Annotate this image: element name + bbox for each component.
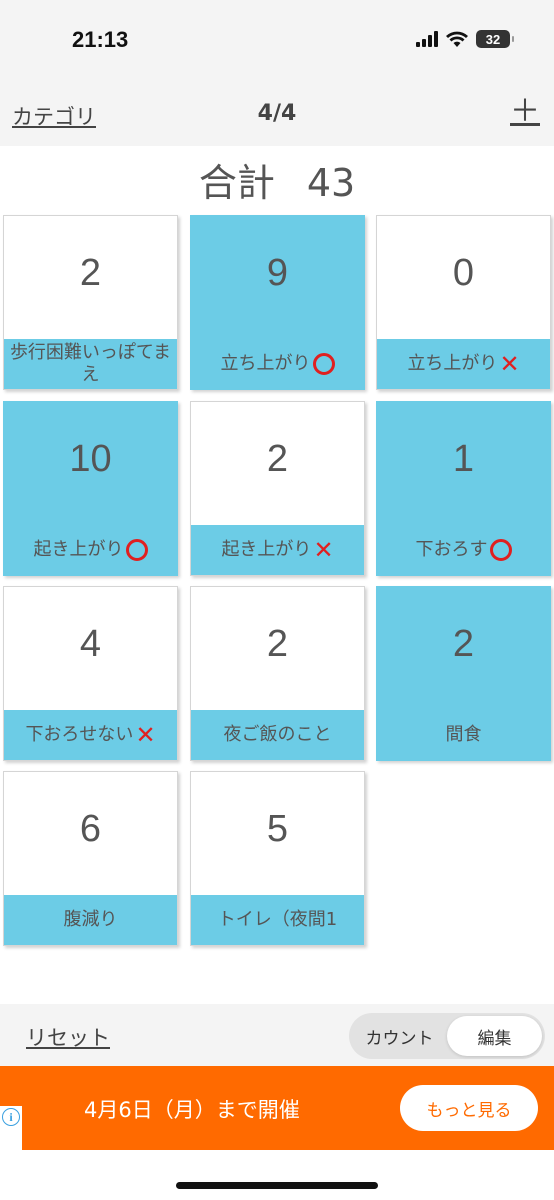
tile-count: 5: [266, 808, 289, 850]
banner-text: 4月6日（月）まで開催: [84, 1098, 300, 1122]
counter-tile[interactable]: 2 夜ご飯のこと: [190, 586, 365, 761]
tile-count: 9: [266, 252, 289, 294]
tile-label: 腹減り: [4, 895, 177, 945]
nav-bar: カテゴリ 4/4 ＋: [0, 86, 554, 146]
tile-label: トイレ（夜間1: [191, 895, 364, 945]
circle-mark-icon: [312, 353, 335, 375]
tile-label: 下おろせない ✕: [4, 710, 177, 760]
counter-tile[interactable]: 2 起き上がり ✕: [190, 401, 365, 576]
tile-label: 立ち上がり: [191, 339, 364, 389]
tile-count: 2: [266, 623, 289, 665]
mode-edit-button[interactable]: 編集: [447, 1016, 542, 1056]
tile-label: 立ち上がり ✕: [377, 339, 550, 389]
cross-mark-icon: ✕: [499, 350, 520, 378]
counter-tile[interactable]: 4 下おろせない ✕: [3, 586, 178, 761]
tile-label-text: 起き上がり: [221, 539, 312, 560]
counter-tile[interactable]: 6 腹減り: [3, 771, 178, 946]
tile-label: 歩行困難いっぽてまえ: [4, 339, 177, 389]
status-icons: 32: [416, 30, 514, 48]
counter-tile[interactable]: 9 立ち上がり: [190, 215, 365, 390]
tile-label-text: 夜ご飯のこと: [223, 724, 332, 745]
tile-label-text: 起き上がり: [33, 539, 124, 560]
counter-tile[interactable]: 10 起き上がり: [3, 401, 178, 576]
counter-tile[interactable]: 0 立ち上がり ✕: [376, 215, 551, 390]
tile-label-text: 下おろす: [415, 539, 488, 560]
status-time: 21:13: [72, 27, 129, 52]
tile-label: 下おろす: [377, 525, 550, 575]
tile-label-text: 立ち上がり: [407, 353, 498, 374]
tile-count: 1: [452, 438, 475, 480]
circle-mark-icon: [489, 539, 512, 561]
ad-banner[interactable]: 4月6日（月）まで開催 もっと見る: [0, 1066, 554, 1150]
tile-label-text: 歩行困難いっぽてまえ: [9, 342, 172, 385]
circle-mark-icon: [125, 539, 148, 561]
reset-button[interactable]: リセット: [26, 1022, 110, 1052]
tile-count: 4: [79, 623, 102, 665]
tile-count: 6: [79, 808, 102, 850]
battery-icon: 32: [476, 30, 514, 48]
home-indicator: [176, 1182, 378, 1189]
banner-more-button[interactable]: もっと見る: [400, 1085, 538, 1131]
tile-label-text: 間食: [445, 724, 482, 745]
status-bar: 21:13 32: [0, 0, 554, 86]
tile-count: 2: [79, 252, 102, 294]
bottom-bar: リセット カウント 編集: [0, 1004, 554, 1066]
total-display: 合計 43: [0, 152, 554, 207]
tile-count: 2: [452, 623, 475, 665]
tile-label: 起き上がり: [4, 525, 177, 575]
total-label: 合計: [198, 161, 275, 205]
tile-label-text: 立ち上がり: [220, 353, 311, 374]
wifi-icon: [446, 31, 468, 47]
tile-label: 起き上がり ✕: [191, 525, 364, 575]
tile-count: 0: [452, 252, 475, 294]
tile-count: 10: [69, 438, 112, 480]
mode-segmented-control: カウント 編集: [349, 1013, 545, 1059]
cross-mark-icon: ✕: [135, 721, 156, 749]
tile-label-text: トイレ（夜間1: [217, 909, 338, 930]
tile-label: 夜ご飯のこと: [191, 710, 364, 760]
counter-tile[interactable]: 5 トイレ（夜間1: [190, 771, 365, 946]
total-value: 43: [306, 161, 356, 205]
cross-mark-icon: ✕: [313, 536, 334, 564]
category-link[interactable]: カテゴリ: [12, 101, 96, 131]
cellular-signal-icon: [416, 31, 438, 47]
tile-count: 2: [266, 438, 289, 480]
add-button[interactable]: ＋: [510, 94, 540, 130]
info-icon[interactable]: i: [2, 1108, 20, 1126]
counter-tile[interactable]: 2 歩行困難いっぽてまえ: [3, 215, 178, 390]
counter-tile[interactable]: 1 下おろす: [376, 401, 551, 576]
mode-count-button[interactable]: カウント: [352, 1016, 447, 1056]
tile-label-text: 腹減り: [63, 909, 118, 930]
tile-label-text: 下おろせない: [25, 724, 134, 745]
counter-tile[interactable]: 2 間食: [376, 586, 551, 761]
battery-level: 32: [485, 31, 501, 47]
tile-label: 間食: [377, 710, 550, 760]
